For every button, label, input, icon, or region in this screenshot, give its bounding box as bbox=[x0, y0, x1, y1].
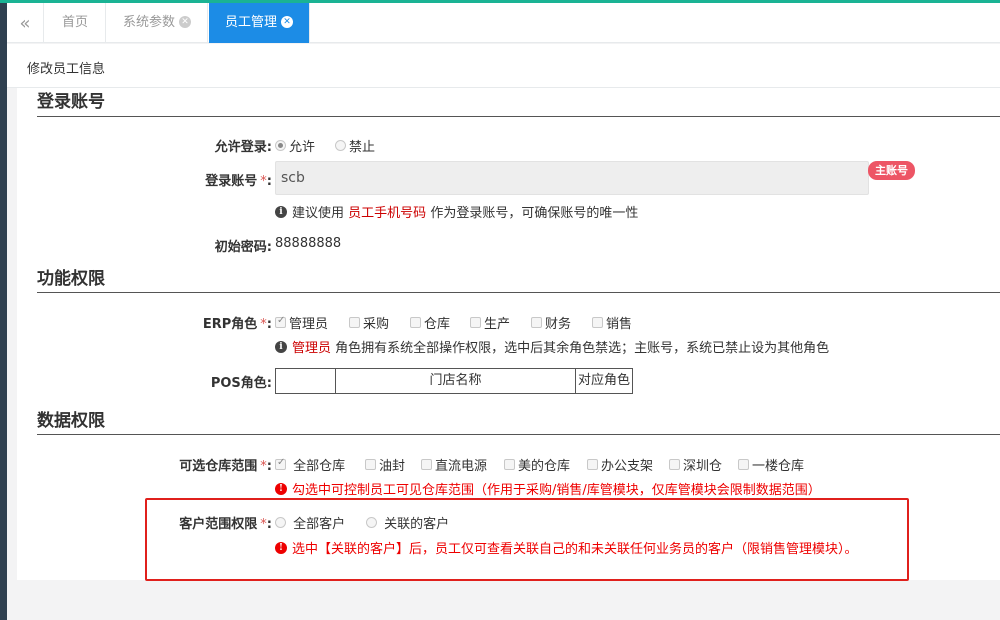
checkbox-label: 采购 bbox=[363, 317, 390, 332]
section-divider bbox=[37, 434, 1000, 435]
checkbox-icon[interactable] bbox=[592, 317, 603, 328]
warehouse-hint: ! 勾选中可控制员工可见仓库范围（作用于采购/销售/库管模块，仅库管模块会限制数… bbox=[275, 479, 821, 498]
pos-role-table: 门店名称 对应角色 bbox=[275, 368, 633, 394]
checkbox-icon[interactable] bbox=[470, 317, 481, 328]
warehouse-range-label: 可选仓库范围 *: bbox=[179, 459, 272, 474]
hint-text: 角色拥有系统全部操作权限，选中后其余角色禁选；主账号，系统已禁止设为其他角色 bbox=[335, 341, 830, 356]
tab-bar: « 首页 系统参数 ✕ 员工管理 ✕ bbox=[7, 3, 1000, 43]
hint-text: 勾选中可控制员工可见仓库范围（作用于采购/销售/库管模块，仅库管模块会限制数据范… bbox=[292, 483, 821, 498]
checkbox-label: 销售 bbox=[606, 317, 633, 332]
checkbox-label: 生产 bbox=[484, 317, 511, 332]
checkbox-icon[interactable] bbox=[349, 317, 360, 328]
table-header-cell bbox=[276, 369, 336, 393]
left-nav-strip bbox=[0, 0, 7, 620]
role-checkbox-sales[interactable]: 销售 bbox=[592, 313, 632, 332]
checkbox-label: 仓库 bbox=[424, 317, 451, 332]
close-icon[interactable]: ✕ bbox=[281, 15, 293, 28]
checkbox-label: 管理员 bbox=[289, 317, 329, 332]
checkbox-label: 一楼仓库 bbox=[752, 459, 805, 474]
checkbox-icon[interactable] bbox=[531, 317, 542, 328]
main-account-badge: 主账号 bbox=[868, 161, 915, 180]
checkbox-icon[interactable] bbox=[587, 459, 598, 470]
radio-allow[interactable]: 允许 bbox=[275, 136, 315, 155]
highlight-box bbox=[145, 498, 909, 581]
info-icon: ! bbox=[275, 482, 287, 495]
checkbox-label: 深圳仓 bbox=[683, 459, 723, 474]
required-mark: * bbox=[260, 317, 267, 332]
required-mark: * bbox=[260, 459, 267, 474]
tab-system-params[interactable]: 系统参数 ✕ bbox=[107, 3, 208, 43]
radio-icon[interactable] bbox=[335, 140, 346, 151]
checkbox-icon[interactable] bbox=[669, 459, 680, 470]
warehouse-checkbox[interactable]: 直流电源 bbox=[421, 455, 487, 474]
warehouse-range-label-text: 可选仓库范围 bbox=[179, 459, 258, 474]
erp-role-label: ERP角色 *: bbox=[202, 317, 272, 332]
checkbox-icon[interactable] bbox=[275, 457, 286, 470]
radio-forbid[interactable]: 禁止 bbox=[335, 136, 375, 155]
erp-role-hint: i 管理员 角色拥有系统全部操作权限，选中后其余角色禁选；主账号，系统已禁止设为… bbox=[275, 337, 829, 356]
password-value: 88888888 bbox=[275, 236, 342, 251]
checkbox-icon[interactable] bbox=[738, 459, 749, 470]
left-gutter bbox=[7, 88, 17, 620]
radio-label: 允许 bbox=[289, 140, 316, 155]
hint-text: 建议使用 bbox=[292, 206, 345, 221]
warehouse-checkbox[interactable]: 油封 bbox=[365, 455, 405, 474]
warehouse-checkbox[interactable]: 一楼仓库 bbox=[738, 455, 804, 474]
page-title: 修改员工信息 bbox=[27, 62, 106, 77]
checkbox-icon[interactable] bbox=[365, 459, 376, 470]
checkbox-label: 油封 bbox=[379, 459, 406, 474]
warehouse-checkbox[interactable]: 深圳仓 bbox=[669, 455, 722, 474]
role-checkbox-finance[interactable]: 财务 bbox=[531, 313, 571, 332]
table-header-store-name: 门店名称 bbox=[336, 369, 576, 393]
account-hint: i 建议使用 员工手机号码 作为登录账号，可确保账号的唯一性 bbox=[275, 202, 638, 221]
account-input[interactable]: scb bbox=[275, 161, 869, 195]
checkbox-label: 直流电源 bbox=[435, 459, 488, 474]
checkbox-label: 全部仓库 bbox=[293, 459, 346, 474]
role-checkbox-purchase[interactable]: 采购 bbox=[349, 313, 389, 332]
erp-role-label-text: ERP角色 bbox=[202, 317, 258, 332]
tab-label: 首页 bbox=[61, 15, 88, 30]
checkbox-icon[interactable] bbox=[504, 459, 515, 470]
allow-login-label: 允许登录: bbox=[214, 140, 272, 155]
hint-highlight: 员工手机号码 bbox=[348, 206, 427, 221]
section-title-login: 登录账号 bbox=[37, 92, 105, 112]
pos-role-label: POS角色: bbox=[210, 376, 272, 391]
checkbox-label: 办公支架 bbox=[601, 459, 654, 474]
checkbox-icon[interactable] bbox=[421, 459, 432, 470]
tab-label: 系统参数 bbox=[122, 15, 175, 30]
hint-highlight: 管理员 bbox=[292, 341, 332, 356]
role-checkbox-warehouse[interactable]: 仓库 bbox=[410, 313, 450, 332]
radio-label: 禁止 bbox=[349, 140, 376, 155]
warehouse-checkbox[interactable]: 美的仓库 bbox=[504, 455, 570, 474]
table-header-role: 对应角色 bbox=[577, 373, 630, 388]
tab-label: 员工管理 bbox=[224, 15, 277, 30]
required-mark: * bbox=[260, 174, 267, 189]
account-label-text: 登录账号 bbox=[205, 174, 258, 189]
section-divider bbox=[37, 116, 1000, 117]
info-icon: i bbox=[275, 340, 287, 353]
checkbox-icon[interactable] bbox=[275, 315, 286, 328]
checkbox-icon[interactable] bbox=[410, 317, 421, 328]
section-title-data: 数据权限 bbox=[37, 411, 105, 431]
section-divider bbox=[37, 292, 1000, 293]
close-icon[interactable]: ✕ bbox=[179, 15, 191, 28]
checkbox-label: 财务 bbox=[545, 317, 572, 332]
checkbox-label: 美的仓库 bbox=[518, 459, 571, 474]
page-header: 修改员工信息 bbox=[7, 44, 1000, 88]
info-icon: i bbox=[275, 205, 287, 218]
tab-scroll-left-icon[interactable]: « bbox=[7, 3, 44, 43]
account-label: 登录账号 *: bbox=[205, 174, 272, 189]
password-label: 初始密码: bbox=[214, 240, 272, 255]
tab-employee-management[interactable]: 员工管理 ✕ bbox=[209, 3, 310, 43]
radio-icon[interactable] bbox=[275, 140, 286, 151]
section-title-function: 功能权限 bbox=[37, 269, 105, 289]
warehouse-checkbox[interactable]: 办公支架 bbox=[587, 455, 653, 474]
role-checkbox-production[interactable]: 生产 bbox=[470, 313, 510, 332]
warehouse-checkbox-all[interactable]: 全部仓库 bbox=[275, 455, 345, 474]
hint-text: 作为登录账号，可确保账号的唯一性 bbox=[430, 206, 639, 221]
tab-home[interactable]: 首页 bbox=[45, 3, 106, 43]
role-checkbox-admin[interactable]: 管理员 bbox=[275, 313, 328, 332]
